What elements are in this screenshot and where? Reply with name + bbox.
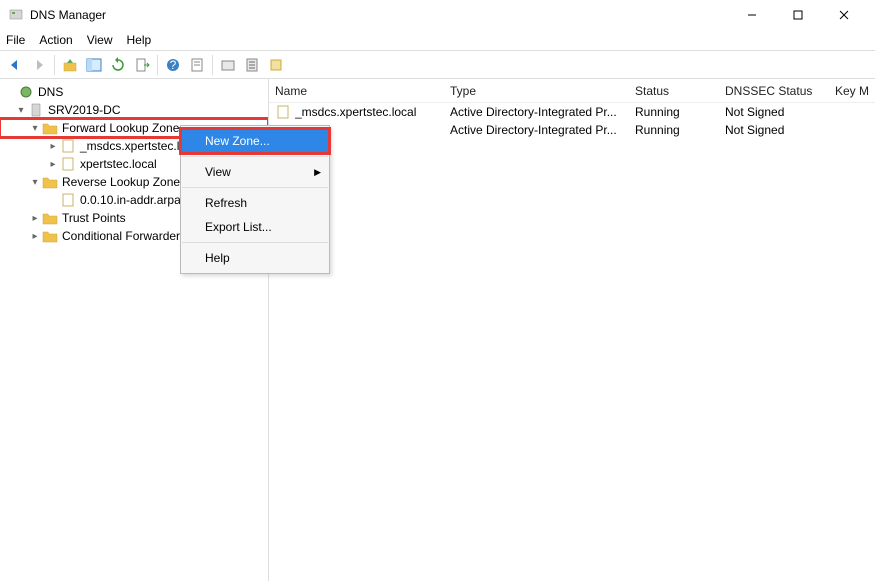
export-button[interactable]	[131, 54, 153, 76]
title-bar: DNS Manager	[0, 0, 875, 30]
dns-icon	[18, 84, 34, 100]
menu-action[interactable]: Action	[39, 33, 72, 47]
tree-label: Trust Points	[62, 211, 126, 225]
tree-label: SRV2019-DC	[48, 103, 120, 117]
menu-help[interactable]: Help	[127, 33, 152, 47]
maximize-button[interactable]	[775, 0, 821, 30]
column-key-master[interactable]: Key M	[835, 84, 875, 98]
menu-file[interactable]: File	[6, 33, 25, 47]
menu-item-label: Export List...	[205, 220, 272, 234]
help-button[interactable]: ?	[162, 54, 184, 76]
tree-server[interactable]: ▾ SRV2019-DC	[0, 101, 268, 119]
cell-type: Active Directory-Integrated Pr...	[450, 123, 635, 137]
tree-label: DNS	[38, 85, 63, 99]
column-headers: Name Type Status DNSSEC Status Key M	[269, 79, 875, 103]
zone-icon	[60, 138, 76, 154]
close-button[interactable]	[821, 0, 867, 30]
tree-label: 0.0.10.in-addr.arpa	[80, 193, 181, 207]
menu-separator	[182, 187, 328, 188]
zone-icon	[60, 192, 76, 208]
menu-separator	[182, 242, 328, 243]
list-row[interactable]: _msdcs.xpertstec.local Active Directory-…	[275, 103, 875, 121]
menu-item-new-zone[interactable]: New Zone...	[181, 129, 329, 153]
properties-button[interactable]	[186, 54, 208, 76]
back-button[interactable]	[4, 54, 26, 76]
cell-status: Running	[635, 123, 725, 137]
folder-icon	[42, 120, 58, 136]
folder-icon	[42, 174, 58, 190]
show-hide-tree-button[interactable]	[83, 54, 105, 76]
toolbar-separator	[54, 55, 55, 75]
context-menu: New Zone... View ▶ Refresh Export List..…	[180, 125, 330, 274]
up-button[interactable]	[59, 54, 81, 76]
menu-item-help[interactable]: Help	[181, 246, 329, 270]
svg-text:?: ?	[170, 58, 177, 72]
new-button[interactable]	[217, 54, 239, 76]
folder-icon	[42, 210, 58, 226]
expander-icon[interactable]: ▸	[46, 159, 60, 170]
menu-item-label: Help	[205, 251, 230, 265]
expander-icon[interactable]: ▸	[28, 231, 42, 242]
expander-icon[interactable]: ▸	[46, 141, 60, 152]
toolbar: ?	[0, 51, 875, 79]
menu-item-view[interactable]: View ▶	[181, 160, 329, 184]
zone-icon	[60, 156, 76, 172]
tree-label: xpertstec.local	[80, 157, 157, 171]
folder-icon	[42, 228, 58, 244]
forward-button[interactable]	[28, 54, 50, 76]
expander-icon[interactable]: ▾	[14, 105, 28, 116]
chevron-right-icon: ▶	[314, 167, 321, 178]
tree-label: Conditional Forwarders	[62, 229, 186, 243]
menu-bar: File Action View Help	[0, 30, 875, 50]
menu-item-label: Refresh	[205, 196, 247, 210]
expander-icon[interactable]: ▾	[28, 123, 42, 134]
menu-item-refresh[interactable]: Refresh	[181, 191, 329, 215]
tree-label: Reverse Lookup Zones	[62, 175, 186, 189]
app-icon	[8, 7, 24, 23]
menu-separator	[182, 156, 328, 157]
column-type[interactable]: Type	[450, 84, 635, 98]
menu-item-label: View	[205, 165, 231, 179]
minimize-button[interactable]	[729, 0, 775, 30]
cell-status: Running	[635, 105, 725, 119]
list-pane: Name Type Status DNSSEC Status Key M _ms…	[269, 79, 875, 581]
refresh-button[interactable]	[107, 54, 129, 76]
tree-root-dns[interactable]: ▶ DNS	[0, 83, 268, 101]
menu-item-label: New Zone...	[205, 134, 270, 148]
menu-view[interactable]: View	[87, 33, 113, 47]
menu-item-export[interactable]: Export List...	[181, 215, 329, 239]
toolbar-separator	[212, 55, 213, 75]
cell-dnssec: Not Signed	[725, 123, 835, 137]
zone-icon	[275, 104, 291, 120]
column-name[interactable]: Name	[275, 84, 450, 98]
tree-label: Forward Lookup Zones	[62, 121, 185, 135]
expander-icon[interactable]: ▸	[28, 213, 42, 224]
filter-button[interactable]	[241, 54, 263, 76]
expander-icon[interactable]: ▾	[28, 177, 42, 188]
cell-type: Active Directory-Integrated Pr...	[450, 105, 635, 119]
column-status[interactable]: Status	[635, 84, 725, 98]
cell-name: _msdcs.xpertstec.local	[295, 105, 450, 119]
column-dnssec[interactable]: DNSSEC Status	[725, 84, 835, 98]
window-title: DNS Manager	[30, 8, 729, 22]
toolbar-separator	[157, 55, 158, 75]
list-row[interactable]: c.local Active Directory-Integrated Pr..…	[275, 121, 875, 139]
cell-dnssec: Not Signed	[725, 105, 835, 119]
manage-button[interactable]	[265, 54, 287, 76]
server-icon	[28, 102, 44, 118]
